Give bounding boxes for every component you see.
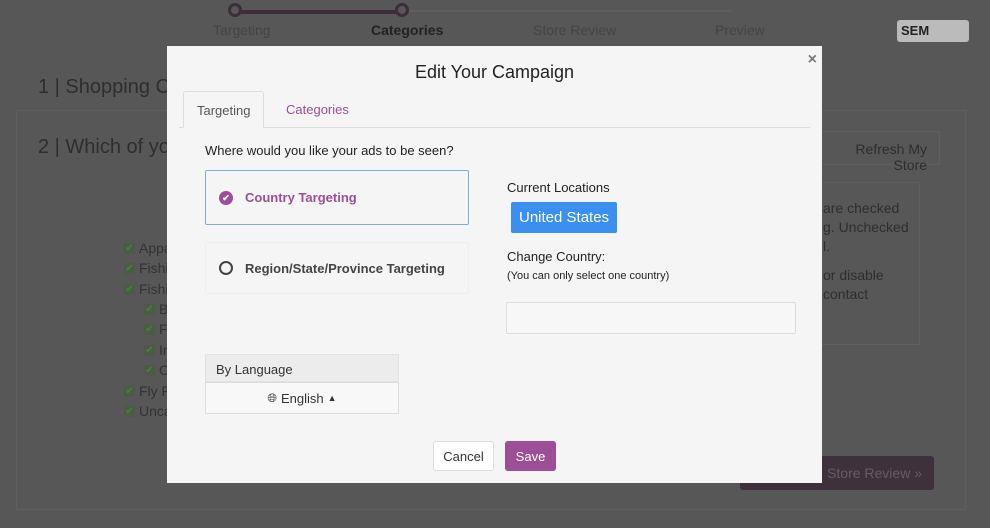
section-1-title: 1 | Shopping C [38, 76, 170, 98]
wizard-dot [228, 3, 242, 17]
caret-up-icon: ▲ [327, 393, 337, 403]
category-item[interactable]: ✔ Fishi [124, 281, 169, 297]
category-item[interactable]: ✔ O [144, 362, 170, 378]
wizard-step[interactable]: Preview [715, 22, 765, 38]
wizard-dot [395, 3, 409, 17]
language-dropdown[interactable]: 🌐︎ English ▲ [205, 382, 399, 414]
tab-targeting[interactable]: Targeting [183, 91, 265, 128]
cancel-button[interactable]: Cancel [433, 441, 494, 471]
language-label: By Language [205, 354, 399, 382]
wizard-remaining-line [402, 10, 732, 12]
logo: SEM [897, 20, 969, 42]
logo-text: SEM [901, 23, 930, 38]
change-country-hint: (You can only select one country) [507, 270, 670, 282]
globe-icon: 🌐︎ [267, 390, 278, 405]
option-region-targeting[interactable]: Region/State/Province Targeting [205, 242, 469, 294]
check-circle-icon: ✔ [219, 190, 233, 205]
wizard-progress-line [236, 10, 402, 14]
targeting-question: Where would you like your ads to be seen… [205, 143, 454, 158]
option-country-targeting[interactable]: ✔ Country Targeting [205, 170, 469, 225]
category-item[interactable]: ✔ Fishi [124, 260, 169, 276]
category-item[interactable]: ✔ Unca [124, 403, 172, 419]
tab-categories[interactable]: Categories [273, 91, 362, 128]
refresh-store-button[interactable]: Refresh My Store [810, 131, 940, 173]
country-input[interactable] [506, 302, 796, 334]
current-locations-label: Current Locations [507, 180, 610, 195]
category-item[interactable]: ✔ Appa [124, 240, 172, 256]
language-value: English [281, 390, 324, 406]
section-2-title: 2 | Which of yo [38, 136, 170, 158]
category-item[interactable]: ✔ B [144, 301, 168, 317]
location-badge[interactable]: United States [511, 202, 618, 233]
close-icon[interactable]: × [808, 51, 817, 69]
modal-tabs: Targeting Categories [179, 91, 810, 128]
category-item[interactable]: ✔ F [144, 321, 168, 337]
option-label: Country Targeting [245, 190, 357, 205]
next-label: Store Review » [827, 465, 922, 481]
edit-campaign-modal: Edit Your Campaign × Targeting Categorie… [167, 46, 822, 483]
save-button[interactable]: Save [505, 441, 556, 471]
modal-title: Edit Your Campaign [414, 62, 575, 82]
category-item[interactable]: ✔ Fly F [124, 383, 170, 399]
wizard-step[interactable]: Targeting [213, 22, 271, 38]
option-label: Region/State/Province Targeting [245, 260, 445, 276]
radio-circle-icon [219, 261, 233, 275]
change-country-label: Change Country: [507, 249, 606, 264]
wizard-step[interactable]: Store Review [533, 22, 616, 38]
wizard-step-active[interactable]: Categories [371, 22, 443, 38]
